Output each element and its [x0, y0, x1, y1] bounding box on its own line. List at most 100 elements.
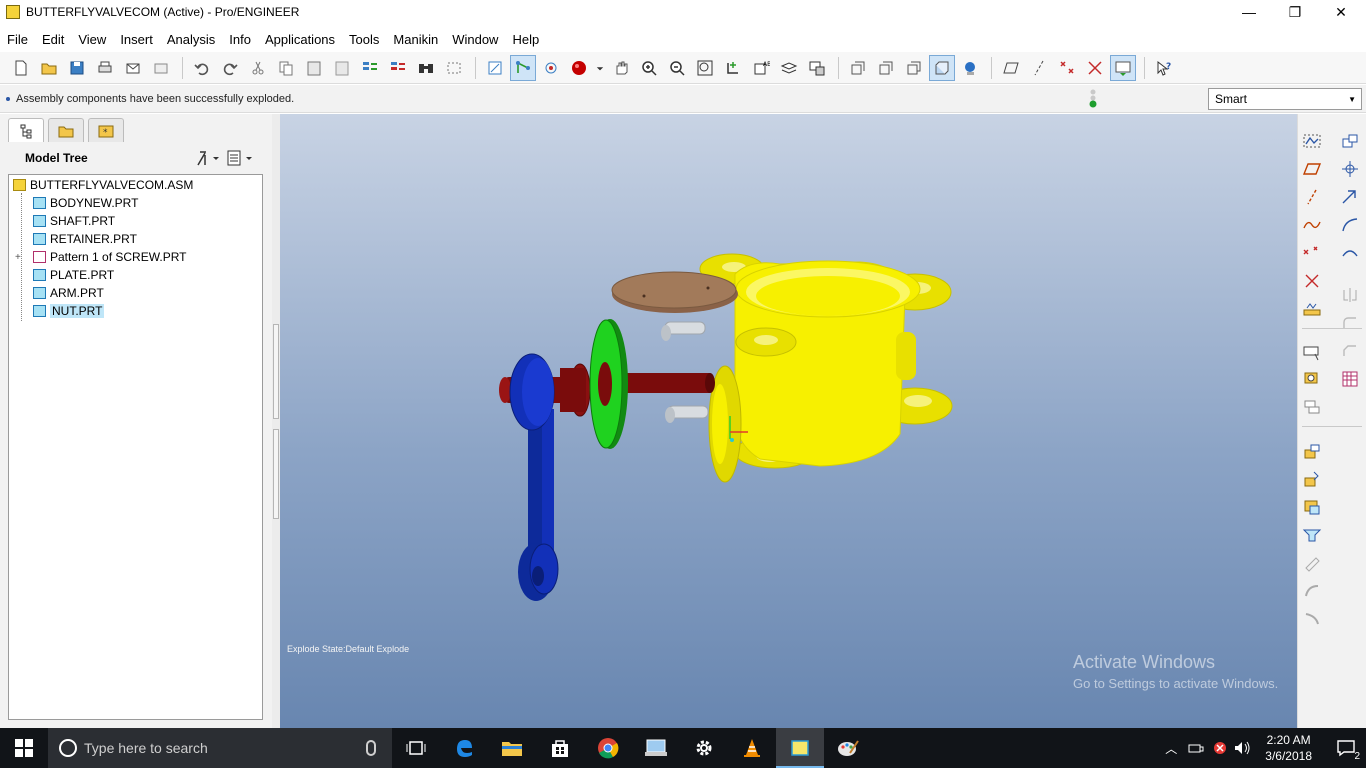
coordinate-systems-button[interactable] [1082, 55, 1108, 81]
exploded-assembly-model[interactable] [280, 114, 1297, 728]
settings-taskbar-button[interactable] [680, 728, 728, 768]
cut-button[interactable] [245, 55, 271, 81]
analysis-feature-button[interactable] [1300, 298, 1324, 320]
plate-part[interactable] [611, 271, 738, 313]
shading-button[interactable] [929, 54, 955, 81]
hidden-line-button[interactable] [873, 55, 899, 81]
minimize-button[interactable]: — [1226, 0, 1272, 24]
context-help-button[interactable]: ? [1151, 55, 1177, 81]
menu-help[interactable]: Help [505, 32, 546, 47]
zoom-out-button[interactable] [664, 55, 690, 81]
tree-item-nut[interactable]: NUT.PRT [33, 303, 105, 319]
start-button[interactable] [0, 728, 48, 768]
refit-button[interactable] [692, 55, 718, 81]
tab-folder-browser[interactable] [48, 118, 84, 142]
volume-icon[interactable] [1233, 740, 1251, 756]
network-icon[interactable] [1187, 741, 1205, 755]
datum-points-button[interactable] [1054, 55, 1080, 81]
view-manager-button[interactable] [804, 55, 830, 81]
datum-planes-button[interactable] [998, 55, 1024, 81]
appearance-button[interactable] [566, 55, 592, 81]
tree-settings-button[interactable] [192, 148, 224, 168]
redo-button[interactable] [217, 55, 243, 81]
chevron-up-icon[interactable]: ︿ [1165, 740, 1177, 757]
menu-info[interactable]: Info [222, 32, 258, 47]
task-view-button[interactable] [392, 728, 440, 768]
annotation-display-button[interactable] [1110, 54, 1136, 81]
email-button[interactable] [120, 55, 146, 81]
selection-filter-select[interactable]: Smart ▼ [1208, 88, 1362, 110]
splitter-handle[interactable] [273, 324, 279, 419]
layers-button[interactable] [776, 55, 802, 81]
taskbar-search[interactable]: Type here to search [48, 728, 392, 768]
repaint-button[interactable] [482, 55, 508, 81]
mirror-button[interactable] [1338, 284, 1362, 306]
datum-axis-tool-button[interactable] [1300, 186, 1324, 208]
draft-button[interactable] [1300, 608, 1324, 630]
revolve-button[interactable] [1300, 468, 1324, 490]
sweep-button[interactable] [1300, 496, 1324, 518]
save-button[interactable] [64, 55, 90, 81]
menu-applications[interactable]: Applications [258, 32, 342, 47]
reorient-button[interactable] [720, 55, 746, 81]
taskbar-clock[interactable]: 2:20 AM 3/6/2018 [1265, 732, 1312, 764]
chrome-taskbar-button[interactable] [584, 728, 632, 768]
no-hidden-button[interactable] [901, 55, 927, 81]
find-button[interactable] [413, 55, 439, 81]
coordinate-system-tool-button[interactable] [1300, 270, 1324, 292]
edge-taskbar-button[interactable] [440, 728, 488, 768]
tab-model-tree[interactable] [8, 118, 44, 142]
network-error-icon[interactable] [1213, 741, 1227, 755]
component-button[interactable] [1338, 130, 1362, 152]
proengineer-taskbar-button[interactable] [776, 728, 824, 768]
spin-center-button[interactable] [510, 54, 536, 81]
tree-root[interactable]: BUTTERFLYVALVECOM.ASM [13, 177, 193, 193]
paint-taskbar-button[interactable] [824, 728, 872, 768]
tree-item-bodynew[interactable]: BODYNEW.PRT [33, 195, 138, 211]
paste-special-button[interactable] [329, 55, 355, 81]
sketched-datum-button[interactable] [1338, 242, 1362, 264]
chamfer-button[interactable] [1338, 340, 1362, 362]
menu-edit[interactable]: Edit [35, 32, 71, 47]
datum-curve-button[interactable] [1300, 214, 1324, 236]
orient-mode-button[interactable] [538, 55, 564, 81]
extrude-button[interactable] [1300, 440, 1324, 462]
sketch-button[interactable] [1300, 130, 1324, 152]
traffic-light-icon[interactable] [1086, 88, 1100, 110]
menu-file[interactable]: File [0, 32, 35, 47]
saved-views-button[interactable]: AB [748, 55, 774, 81]
panel-splitter[interactable] [272, 114, 280, 728]
create-component-button[interactable] [1338, 186, 1362, 208]
graphics-window[interactable]: Explode State:Default Explode Activate W… [280, 114, 1297, 728]
tree-item-pattern-screw[interactable]: Pattern 1 of SCREW.PRT [33, 249, 187, 265]
appearance-dropdown[interactable] [594, 55, 606, 81]
copy-button[interactable] [273, 55, 299, 81]
store-taskbar-button[interactable] [536, 728, 584, 768]
vlc-taskbar-button[interactable] [728, 728, 776, 768]
menu-tools[interactable]: Tools [342, 32, 386, 47]
action-center-button[interactable]: 2 [1326, 728, 1366, 768]
model-display-button[interactable] [957, 55, 983, 81]
menu-insert[interactable]: Insert [113, 32, 160, 47]
arm-part[interactable] [509, 353, 559, 601]
datum-plane-tool-button[interactable] [1300, 158, 1324, 180]
tree-show-button[interactable] [224, 148, 256, 168]
rib-button[interactable] [1300, 580, 1324, 602]
control-panel-taskbar-button[interactable] [632, 728, 680, 768]
tree-item-shaft[interactable]: SHAFT.PRT [33, 213, 115, 229]
datum-axes-button[interactable] [1026, 55, 1052, 81]
maximize-button[interactable]: ❐ [1272, 0, 1318, 24]
select-box-button[interactable] [441, 55, 467, 81]
datum-point-tool-button[interactable] [1300, 242, 1324, 264]
round-button[interactable] [1338, 312, 1362, 334]
blend-button[interactable] [1300, 524, 1324, 546]
regenerate-button[interactable] [357, 55, 383, 81]
print-button[interactable] [92, 55, 118, 81]
surface-button[interactable] [1338, 214, 1362, 236]
close-button[interactable]: ✕ [1318, 0, 1364, 24]
microphone-icon[interactable] [366, 740, 376, 756]
file-explorer-taskbar-button[interactable] [488, 728, 536, 768]
body-part[interactable] [699, 253, 953, 483]
menu-window[interactable]: Window [445, 32, 505, 47]
paste-button[interactable] [301, 55, 327, 81]
